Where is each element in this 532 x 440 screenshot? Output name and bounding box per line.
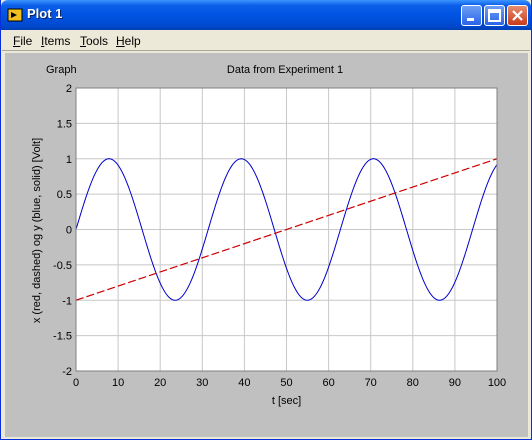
x-tick-label: 10 [112, 377, 124, 389]
x-tick-label: 90 [449, 377, 461, 389]
y-tick-label: -0.5 [53, 260, 72, 272]
x-tick-label: 100 [488, 377, 506, 389]
x-tick-label: 80 [407, 377, 419, 389]
y-tick-label: 1 [66, 154, 72, 166]
x-tick-labels: 0 10 20 30 40 50 60 70 80 90 100 [73, 377, 506, 389]
x-tick-label: 30 [196, 377, 208, 389]
y-tick-label: 0 [66, 225, 72, 237]
x-tick-label: 40 [238, 377, 250, 389]
y-tick-label: 1.5 [57, 118, 72, 130]
x-tick-label: 70 [365, 377, 377, 389]
y-tick-label: -2 [62, 366, 72, 378]
x-tick-label: 60 [322, 377, 334, 389]
x-tick-label: 0 [73, 377, 79, 389]
y-tick-label: -1 [62, 295, 72, 307]
x-axis-label: t [sec] [272, 395, 301, 407]
waveform-graph[interactable]: 0 10 20 30 40 50 60 70 80 90 100 -2 -1.5 -1 -0.5 0 0.5 1… [0, 0, 532, 440]
y-axis-label: x (red, dashed) og y (blue, solid) [Volt… [31, 138, 43, 323]
y-tick-label: 0.5 [57, 189, 72, 201]
y-tick-label: 2 [66, 83, 72, 95]
y-tick-labels: -2 -1.5 -1 -0.5 0 0.5 1 1.5 2 [53, 83, 72, 378]
x-tick-label: 20 [154, 377, 166, 389]
x-tick-label: 50 [280, 377, 292, 389]
y-tick-label: -1.5 [53, 331, 72, 343]
